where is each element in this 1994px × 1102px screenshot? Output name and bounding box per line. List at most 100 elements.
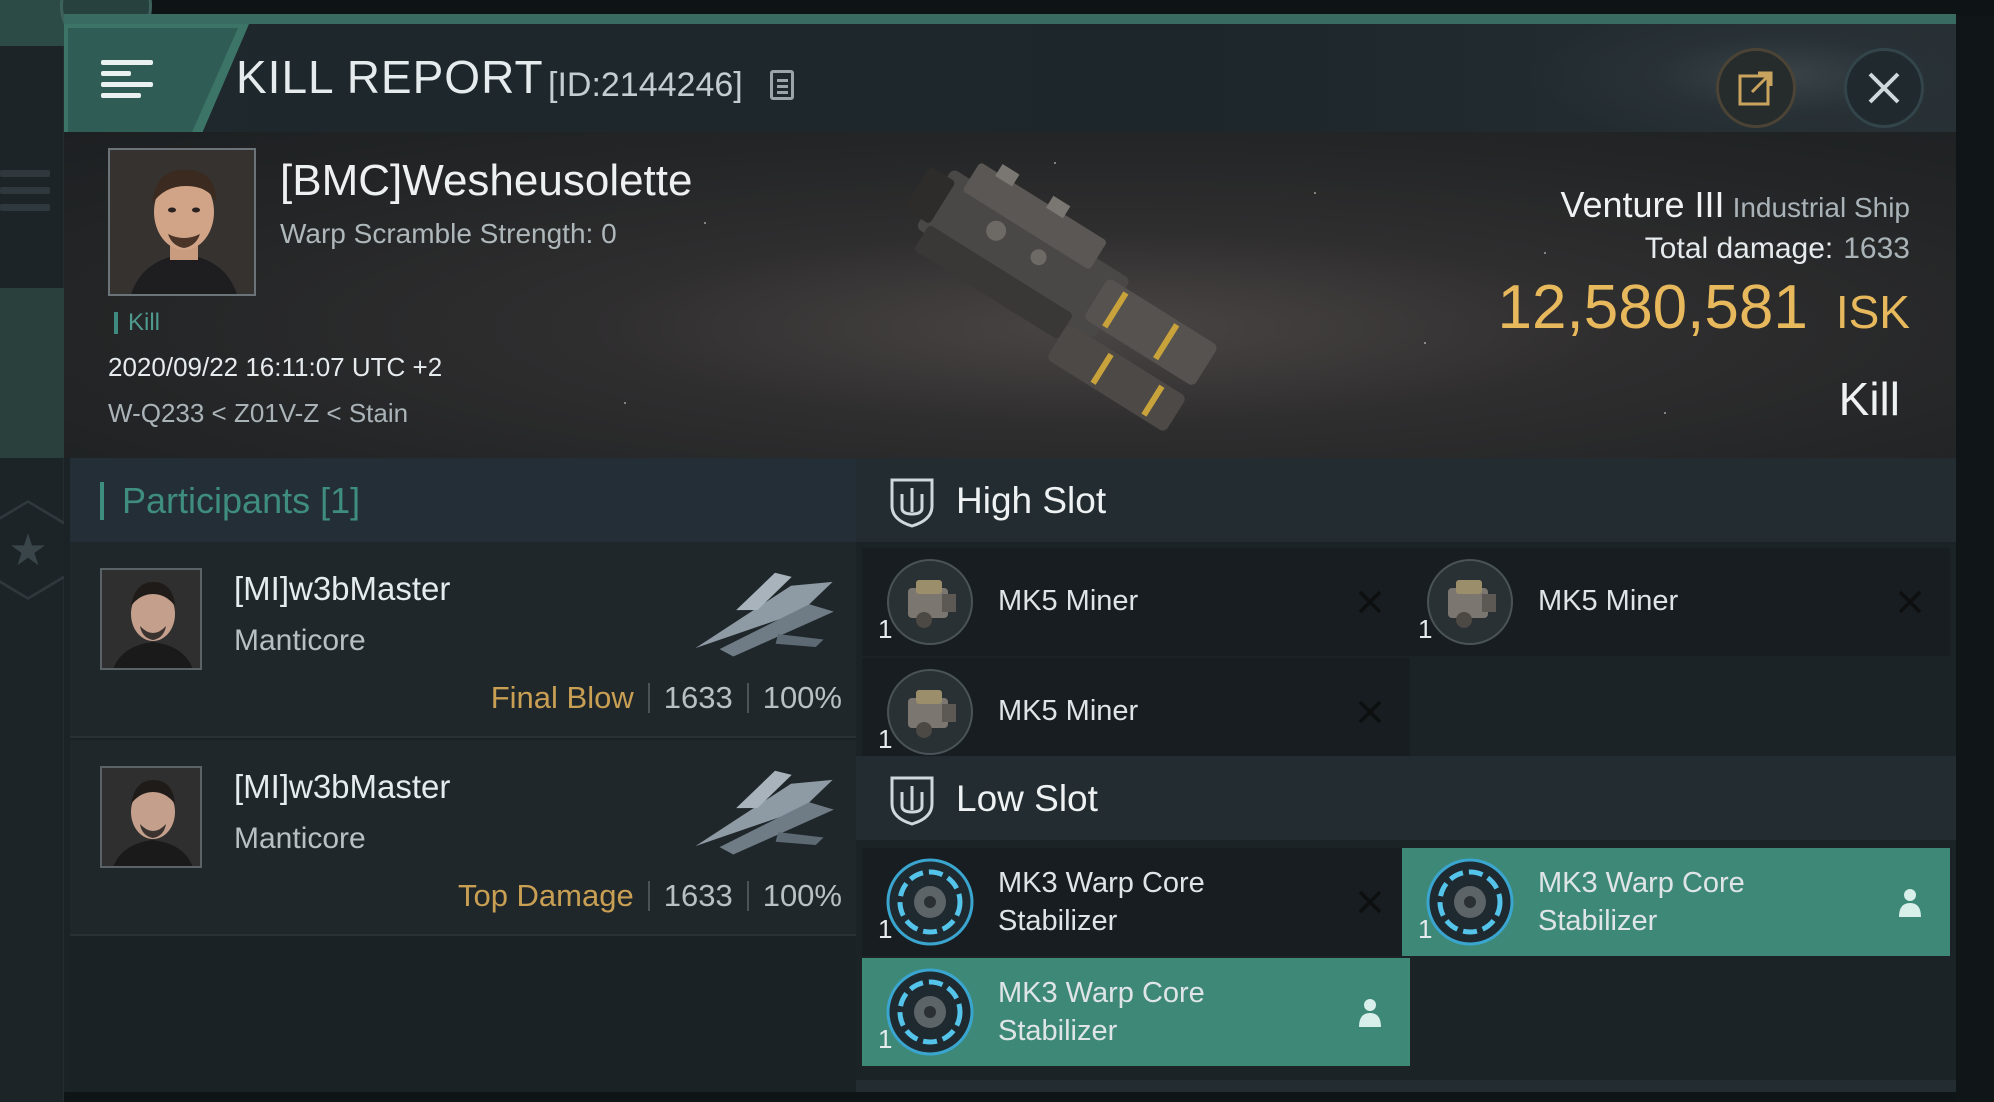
victim-name[interactable]: [BMC]Wesheusolette (280, 156, 692, 206)
participant-stats: Final Blow 1633 100% (491, 680, 842, 716)
participant-row[interactable]: [MI]w3bMaster Manticore Final Blow 1633 … (70, 542, 856, 738)
low-slot-header: Low Slot (856, 756, 1956, 840)
participant-avatar[interactable] (100, 766, 202, 868)
participant-name[interactable]: [MI]w3bMaster (234, 570, 450, 608)
next-slot-header-partial (856, 1080, 1956, 1092)
participants-header: Participants [1] (70, 458, 856, 542)
module-quantity: 1 (878, 914, 893, 944)
background-star-badge-icon: ★ (0, 500, 70, 600)
close-icon (1868, 72, 1900, 104)
total-damage-value: 1633 (1843, 232, 1910, 265)
participant-ship: Manticore (234, 624, 366, 657)
fitting-panel: High Slot 1 MK5 Miner 1 MK5 Miner 1 MK5 … (856, 458, 1956, 1092)
kill-id: [ID:2144246] (548, 66, 743, 104)
module-item[interactable]: 1 MK3 Warp Core Stabilizer (862, 958, 1410, 1066)
module-quantity: 1 (878, 614, 893, 644)
victim-banner: [BMC]Wesheusolette Warp Scramble Strengt… (64, 132, 1956, 458)
participant-role: Top Damage (457, 878, 634, 913)
warp-core-stabilizer-icon (886, 858, 974, 946)
participant-ship-image[interactable] (680, 560, 848, 670)
miner-module-icon (1427, 559, 1513, 645)
ship-class: Industrial Ship (1732, 192, 1910, 223)
warp-core-stabilizer-icon (886, 968, 974, 1056)
kill-datetime: 2020/09/22 16:11:07 UTC +2 (108, 352, 443, 382)
window-top-border (64, 14, 1956, 24)
module-name-line: MK3 Warp Core (998, 867, 1205, 899)
background-combat-tab (0, 288, 64, 458)
participants-title[interactable]: Participants [1] (122, 480, 360, 522)
isk-unit: ISK (1835, 286, 1910, 338)
share-icon (1738, 71, 1773, 106)
divider (647, 881, 650, 911)
isk-value: 12,580,581 ISK (1498, 272, 1910, 343)
module-item[interactable]: 1 MK3 Warp Core Stabilizer (1402, 848, 1950, 956)
module-name-line: Stabilizer (998, 905, 1118, 937)
person-icon (1892, 884, 1928, 920)
copy-icon[interactable] (770, 70, 794, 100)
participant-ship: Manticore (234, 822, 366, 855)
person-icon (1352, 994, 1388, 1030)
module-quantity: 1 (1418, 914, 1433, 944)
divider (647, 683, 650, 713)
destroyed-x-icon (1892, 584, 1928, 620)
participant-name[interactable]: [MI]w3bMaster (234, 768, 450, 806)
warp-scramble-strength: Warp Scramble Strength: 0 (280, 218, 617, 249)
participant-role: Final Blow (490, 680, 634, 715)
victim-ship: Venture III Industrial Ship (1560, 184, 1910, 226)
background-right-edge (1955, 16, 1994, 1102)
share-button[interactable] (1716, 48, 1796, 128)
report-result: Kill (1838, 373, 1900, 425)
module-quantity: 1 (878, 724, 893, 754)
slot-shield-icon (890, 776, 934, 826)
victim-avatar[interactable] (108, 148, 256, 296)
background-list-icon (0, 170, 50, 221)
kill-report-window: KILL REPORT [ID:2144246] [BMC]Wesheusole… (64, 14, 1956, 1092)
miner-module-icon (887, 669, 973, 755)
isk-amount: 12,580,581 (1497, 273, 1808, 342)
participant-avatar[interactable] (100, 568, 202, 670)
divider (746, 683, 749, 713)
participant-damage: 1633 (663, 878, 733, 913)
module-name: MK5 Miner (998, 695, 1139, 727)
participant-percent: 100% (762, 878, 842, 913)
module-name-line: MK3 Warp Core (998, 977, 1205, 1009)
module-item[interactable]: 1 MK5 Miner (1402, 548, 1950, 656)
total-damage: Total damage: 1633 (1645, 232, 1910, 266)
module-quantity: 1 (878, 1024, 893, 1054)
module-name-line: Stabilizer (1538, 905, 1658, 937)
victim-ship-image[interactable] (840, 152, 1270, 442)
participant-stats: Top Damage 1633 100% (458, 878, 842, 914)
destroyed-x-icon (1352, 584, 1388, 620)
total-damage-label: Total damage: (1644, 232, 1834, 265)
module-item[interactable]: 1 MK5 Miner (862, 548, 1410, 656)
slot-shield-icon (890, 478, 934, 528)
module-name: MK3 Warp Core Stabilizer (998, 864, 1318, 940)
module-item[interactable]: 1 MK3 Warp Core Stabilizer (862, 848, 1410, 956)
close-button[interactable] (1844, 48, 1924, 128)
high-slot-title: High Slot (956, 480, 1107, 521)
participant-row[interactable]: [MI]w3bMaster Manticore Top Damage 1633 … (70, 740, 856, 936)
module-name-line: Stabilizer (998, 1015, 1118, 1047)
destroyed-x-icon (1352, 884, 1388, 920)
hamburger-icon[interactable] (101, 60, 153, 100)
high-slot-header: High Slot (856, 458, 1956, 542)
destroyed-x-icon (1352, 694, 1388, 730)
kill-tag: Kill (114, 311, 160, 335)
module-name-line: MK3 Warp Core (1538, 867, 1745, 899)
warp-core-stabilizer-icon (1426, 858, 1514, 946)
participant-ship-image[interactable] (680, 758, 848, 868)
window-title: KILL REPORT (236, 51, 544, 103)
background-left-rail: ★ (0, 40, 70, 1102)
module-item[interactable]: 1 MK5 Miner (862, 658, 1410, 766)
module-name: MK3 Warp Core Stabilizer (1538, 864, 1858, 940)
ship-name[interactable]: Venture III (1560, 184, 1724, 225)
participants-panel: Participants [1] [MI]w3bMaster Manticore (70, 458, 856, 1092)
module-name: MK5 Miner (998, 585, 1139, 617)
kill-location[interactable]: W-Q233 < Z01V-Z < Stain (108, 398, 408, 429)
module-name: MK5 Miner (1538, 585, 1679, 617)
low-slot-title: Low Slot (956, 778, 1098, 819)
participant-damage: 1633 (663, 680, 733, 715)
module-quantity: 1 (1418, 614, 1433, 644)
miner-module-icon (887, 559, 973, 645)
module-name: MK3 Warp Core Stabilizer (998, 974, 1318, 1050)
